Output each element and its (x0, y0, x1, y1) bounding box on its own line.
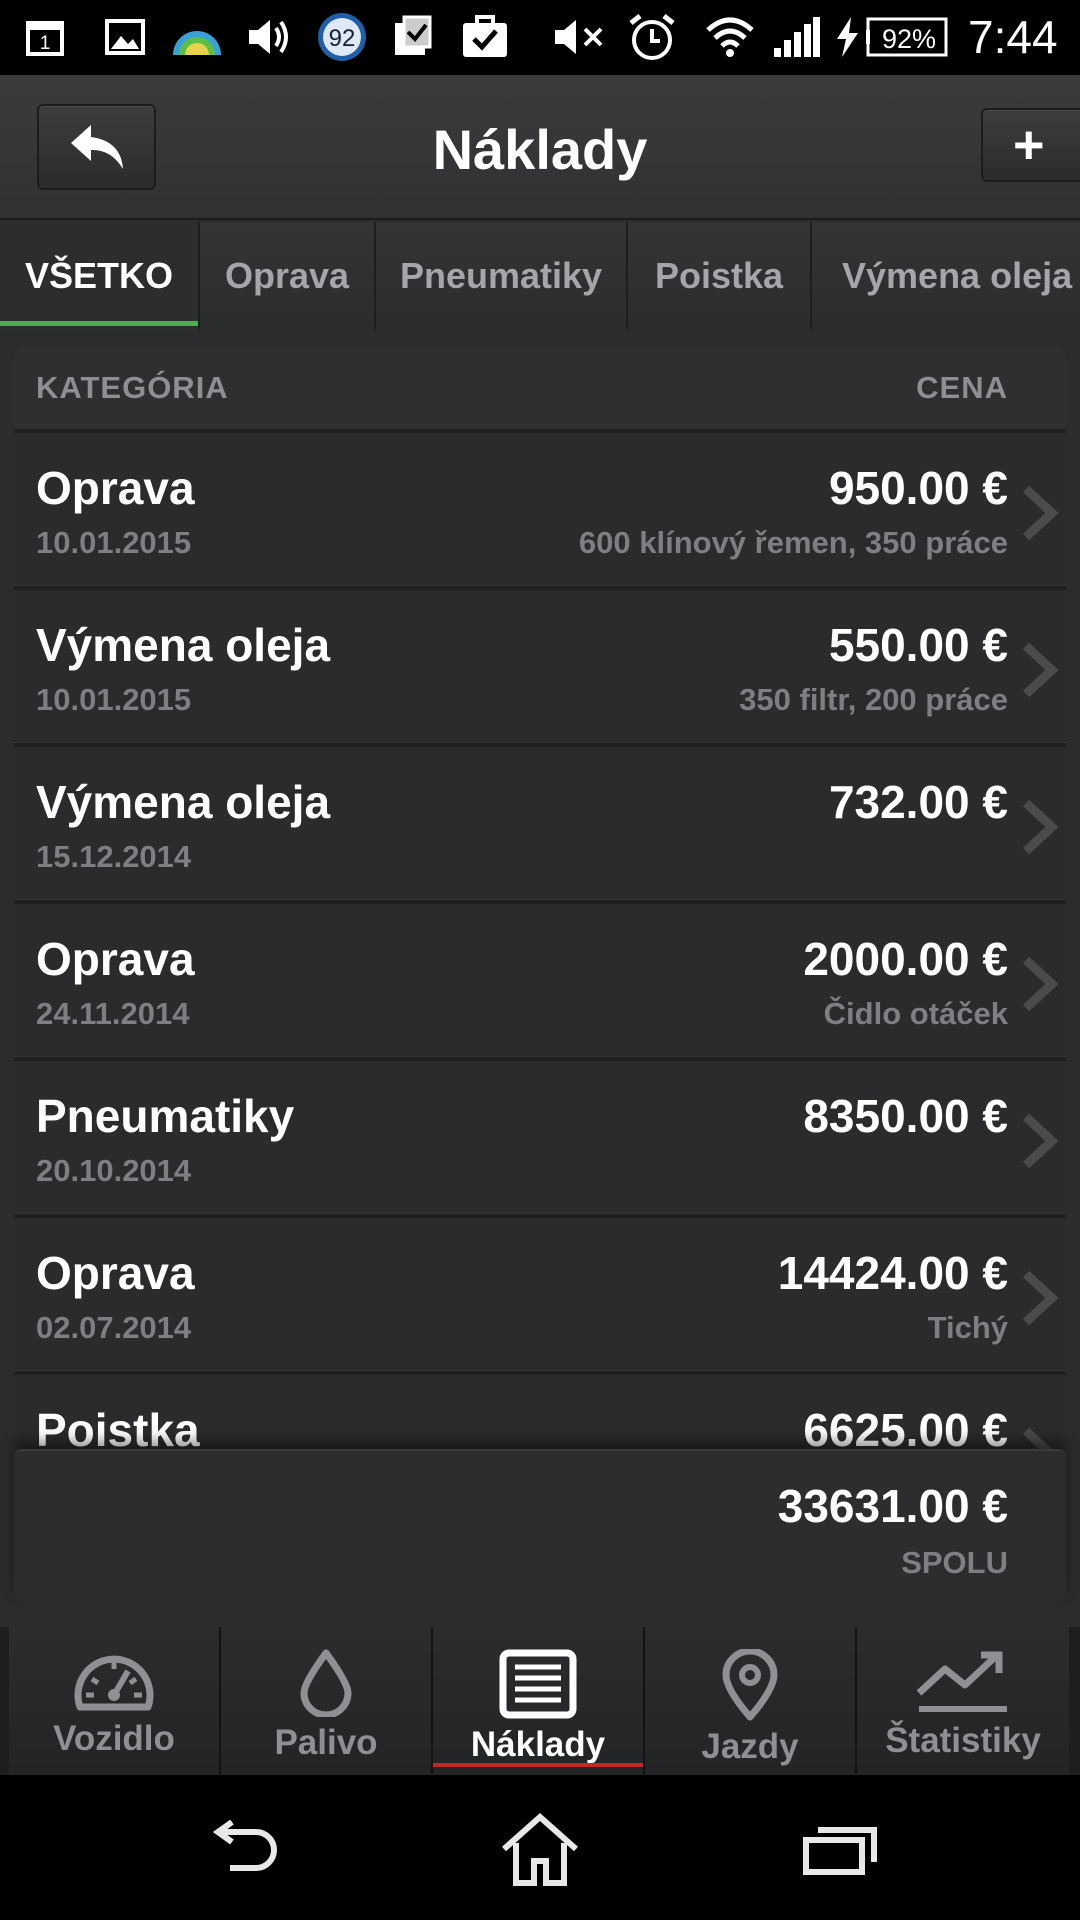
list-item[interactable]: Oprava 24.11.2014 2000.00 € Čidlo otáček (14, 904, 1066, 1057)
badge-number-text: 92 (329, 25, 356, 52)
alarm-icon (627, 14, 677, 60)
item-category: Výmena oleja (36, 776, 331, 828)
tab-vsetko[interactable]: VŠETKO (0, 222, 200, 330)
total-label: SPOLU (901, 1545, 1008, 1580)
wifi-icon (705, 14, 755, 60)
list-item[interactable]: Výmena oleja 15.12.2014 732.00 € (14, 747, 1066, 900)
app-screen: Náklady + VŠETKO Oprava Pneumatiky Poist… (0, 75, 1080, 1775)
item-price: 8350.00 € (803, 1090, 1008, 1142)
item-date: 15.12.2014 (36, 839, 192, 874)
speedometer-icon (74, 1655, 154, 1711)
item-date: 20.10.2014 (36, 1153, 192, 1188)
nav-statistiky[interactable]: Štatistiky (857, 1627, 1069, 1775)
battery-icon: 92% (866, 14, 948, 60)
system-home-button[interactable] (490, 1805, 590, 1895)
trend-chart-icon (916, 1651, 1007, 1712)
page-title: Náklady (432, 118, 648, 181)
total-amount: 33631.00 € (777, 1480, 1008, 1532)
item-category: Pneumatiky (36, 1090, 295, 1142)
expense-list: KATEGÓRIA CENA Oprava 10.01.2015 950.00 … (14, 347, 1066, 1449)
item-price: 950.00 € (828, 462, 1008, 514)
back-icon (212, 1820, 277, 1871)
briefcase-check-icon (461, 14, 509, 60)
calendar-day-text: 1 (40, 33, 51, 54)
system-nav-bar (0, 1775, 1080, 1920)
item-date: 24.11.2014 (36, 996, 190, 1031)
chevron-right-icon (1022, 1270, 1059, 1326)
nav-jazdy[interactable]: Jazdy (645, 1627, 857, 1775)
tab-oprava[interactable]: Oprava (200, 222, 376, 330)
action-bar: Náklady + (0, 75, 1080, 220)
nav-label: Náklady (470, 1725, 606, 1764)
item-price: 550.00 € (828, 619, 1008, 671)
nav-vozidlo[interactable]: Vozidlo (9, 1627, 221, 1775)
total-bar: 33631.00 € SPOLU (14, 1449, 1066, 1601)
signal-icon (772, 14, 820, 60)
map-pin-icon (722, 1649, 778, 1721)
home-icon (502, 1813, 578, 1886)
tab-poistka[interactable]: Poistka (628, 222, 812, 330)
category-tabs: VŠETKO Oprava Pneumatiky Poistka Výmena … (0, 222, 1080, 330)
item-price: 2000.00 € (803, 933, 1008, 985)
tab-vymena-oleja[interactable]: Výmena oleja (812, 222, 1080, 330)
item-date: 10.01.2015 (36, 525, 192, 560)
nav-label: Palivo (274, 1723, 378, 1762)
item-price: 732.00 € (828, 776, 1008, 828)
item-category: Oprava (36, 462, 195, 514)
item-category: Oprava (36, 1247, 195, 1299)
chevron-right-icon (1022, 799, 1059, 855)
header-price: CENA (916, 370, 1008, 405)
document-list-icon (499, 1649, 577, 1719)
nav-label: Vozidlo (53, 1719, 175, 1758)
status-bar: 1 92 92% 7:44 (0, 0, 1080, 75)
plus-icon: + (1013, 115, 1045, 175)
recent-apps-icon (803, 1827, 877, 1875)
image-icon (104, 14, 146, 60)
item-category: Poistka (36, 1404, 200, 1449)
item-date: 02.07.2014 (36, 1310, 192, 1345)
weather-icon (171, 14, 223, 60)
item-note: Čidlo otáček (823, 996, 1008, 1031)
badge-icon: 92 (316, 13, 368, 61)
nav-palivo[interactable]: Palivo (221, 1627, 433, 1775)
system-back-button[interactable] (192, 1805, 292, 1895)
nav-label: Jazdy (701, 1727, 799, 1766)
clipboard-check-icon (392, 14, 438, 60)
list-item[interactable]: Pneumatiky 20.10.2014 8350.00 € (14, 1061, 1066, 1214)
tab-pneumatiky[interactable]: Pneumatiky (376, 222, 628, 330)
list-item[interactable]: Oprava 10.01.2015 950.00 € 600 klínový ř… (14, 433, 1066, 586)
list-item[interactable]: Výmena oleja 10.01.2015 550.00 € 350 fil… (14, 590, 1066, 743)
list-item[interactable]: Poistka 6625.00 € (14, 1375, 1066, 1449)
bottom-nav: Vozidlo Palivo Náklady Jazdy Štatistiky (0, 1627, 1080, 1775)
chevron-right-icon (1022, 485, 1059, 541)
item-category: Oprava (36, 933, 195, 985)
mute-icon (552, 14, 608, 60)
volume-icon (246, 14, 290, 60)
item-note: Tichý (927, 1310, 1008, 1345)
item-price: 14424.00 € (777, 1247, 1008, 1299)
fuel-drop-icon (300, 1649, 352, 1717)
chevron-right-icon (1022, 1113, 1059, 1169)
chevron-right-icon (1022, 956, 1059, 1012)
chevron-right-icon (1022, 1427, 1053, 1449)
item-category: Výmena oleja (36, 619, 331, 671)
battery-percent-text: 92% (882, 24, 936, 54)
header-category: KATEGÓRIA (36, 370, 229, 405)
calendar-icon: 1 (24, 14, 66, 60)
item-date: 10.01.2015 (36, 682, 192, 717)
item-note: 600 klínový řemen, 350 práce (578, 525, 1008, 560)
clock: 7:44 (968, 11, 1058, 63)
chevron-right-icon (1022, 642, 1059, 698)
add-button[interactable]: + (981, 108, 1080, 182)
list-header: KATEGÓRIA CENA (14, 347, 1066, 433)
nav-naklady[interactable]: Náklady (433, 1627, 645, 1775)
system-recent-apps-button[interactable] (790, 1805, 890, 1895)
item-price: 6625.00 € (803, 1404, 1008, 1449)
item-note: 350 filtr, 200 práce (739, 682, 1008, 717)
list-item[interactable]: Oprava 02.07.2014 14424.00 € Tichý (14, 1218, 1066, 1371)
charging-icon (833, 14, 861, 60)
nav-label: Štatistiky (885, 1721, 1041, 1760)
